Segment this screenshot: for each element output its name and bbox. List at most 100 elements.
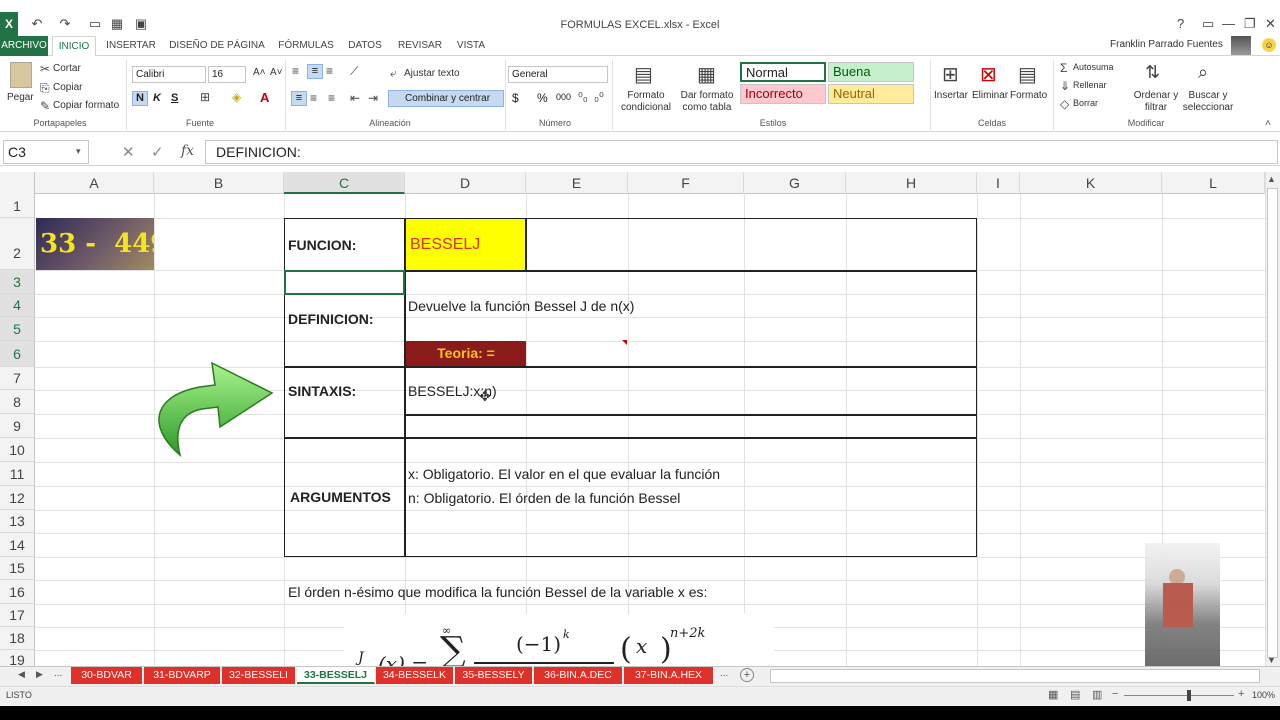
scroll-thumb[interactable] — [1267, 188, 1278, 658]
copy-button[interactable]: Copiar — [53, 82, 82, 93]
row-header[interactable]: 2 — [0, 218, 35, 270]
sheet-tab[interactable]: 34-BESSELK — [376, 667, 454, 684]
decrease-indent-icon[interactable]: ⇤ — [350, 91, 360, 105]
smiley-feedback-icon[interactable]: ☺ — [1262, 38, 1276, 52]
orientation-icon[interactable]: ⟋ — [350, 64, 358, 79]
row-header[interactable]: 16 — [0, 580, 35, 604]
tab-diseno-pagina[interactable]: DISEÑO DE PÁGINA — [168, 36, 266, 56]
tab-archivo[interactable]: ARCHIVO — [0, 36, 48, 56]
row-header[interactable]: 10 — [0, 438, 35, 462]
zoom-out-icon[interactable]: − — [1112, 688, 1118, 700]
find-select-button[interactable]: Buscar y seleccionar — [1180, 90, 1236, 114]
align-left-icon[interactable]: ≡ — [291, 91, 307, 106]
confirm-entry-icon[interactable]: ✓ — [151, 143, 164, 161]
column-header[interactable]: D — [405, 172, 526, 194]
increase-indent-icon[interactable]: ⇥ — [368, 91, 378, 105]
italic-button[interactable]: K — [153, 92, 161, 104]
sort-filter-button[interactable]: Ordenar y filtrar — [1128, 90, 1184, 114]
sheet-tab[interactable]: 30-BDVAR — [71, 667, 143, 684]
page-break-icon[interactable]: ▥ — [1092, 688, 1102, 701]
row-header[interactable]: 8 — [0, 390, 35, 414]
decrease-decimal-icon[interactable]: ₀⁰ — [594, 90, 604, 104]
tab-inicio[interactable]: INICIO — [52, 36, 96, 56]
sheet-tab[interactable]: 37-BIN.A.HEX — [624, 667, 714, 684]
scroll-down-icon[interactable]: ▼ — [1267, 655, 1276, 665]
more-sheets-left[interactable]: ... — [54, 668, 62, 679]
fill-button[interactable]: Rellenar — [1073, 80, 1107, 90]
eraser-icon[interactable]: ◇ — [1060, 97, 1069, 111]
conditional-format-button[interactable]: Formato condicional — [615, 90, 677, 114]
avatar[interactable] — [1231, 36, 1251, 55]
sheet-tab[interactable]: 35-BESSELY — [455, 667, 533, 684]
comment-indicator[interactable] — [622, 340, 627, 345]
sheet-tab[interactable]: 32-BESSELI — [222, 667, 296, 684]
more-sheets-right[interactable]: ... — [720, 668, 728, 679]
font-color-icon[interactable]: A — [260, 90, 269, 105]
style-normal[interactable]: Normal — [740, 62, 826, 82]
row-header[interactable]: 15 — [0, 557, 35, 580]
cut-button[interactable]: Cortar — [53, 63, 81, 74]
binoculars-icon[interactable]: ⌕ — [1198, 62, 1208, 83]
minimize-button[interactable]: — — [1222, 16, 1235, 31]
tab-formulas[interactable]: FÓRMULAS — [276, 36, 336, 56]
user-name[interactable]: Franklin Parrado Fuentes — [1110, 39, 1223, 50]
column-header[interactable]: F — [628, 172, 744, 194]
thousands-button[interactable]: 000 — [556, 92, 571, 102]
page-layout-icon[interactable]: ▤ — [1070, 688, 1080, 701]
zoom-level[interactable]: 100% — [1252, 690, 1275, 700]
delete-cells-icon[interactable]: ⊠ — [980, 62, 997, 87]
row-header[interactable]: 7 — [0, 367, 35, 390]
align-bottom-icon[interactable]: ≡ — [326, 64, 333, 78]
align-top-icon[interactable]: ≡ — [292, 64, 299, 78]
formula-input[interactable]: DEFINICION: — [205, 140, 1278, 164]
sort-filter-icon[interactable]: ⇅ — [1145, 62, 1160, 83]
row-header[interactable]: 9 — [0, 414, 35, 438]
collapse-ribbon-icon[interactable]: ˄ — [1265, 118, 1271, 129]
row-header[interactable]: 19 — [0, 650, 35, 667]
column-header[interactable]: E — [526, 172, 628, 194]
wrap-text-icon[interactable]: ⤶ — [390, 66, 397, 81]
row-header[interactable]: 6 — [0, 341, 35, 367]
name-box-dropdown-icon[interactable]: ▾ — [76, 146, 81, 157]
format-as-table-icon[interactable]: ▦ — [697, 62, 716, 87]
tab-datos[interactable]: DATOS — [344, 36, 386, 56]
tab-revisar[interactable]: REVISAR — [396, 36, 444, 56]
row-header[interactable]: 17 — [0, 604, 35, 627]
normal-view-icon[interactable]: ▦ — [1048, 688, 1058, 701]
copy-icon[interactable]: ⎘ — [40, 81, 50, 96]
row-header[interactable]: 4 — [0, 294, 35, 317]
sheet-tab-active[interactable]: 33-BESSELJ — [297, 667, 375, 684]
horizontal-scrollbar[interactable] — [770, 669, 1260, 683]
cancel-entry-icon[interactable]: ✕ — [122, 143, 135, 161]
sheet-tab[interactable]: 36-BIN.A.DEC — [534, 667, 623, 684]
next-sheet-icon[interactable]: ▶ — [36, 669, 43, 680]
prev-sheet-icon[interactable]: ◀ — [18, 669, 25, 680]
column-header[interactable]: G — [744, 172, 846, 194]
autosum-icon[interactable]: Σ — [1060, 61, 1067, 75]
style-buena[interactable]: Buena — [828, 62, 914, 82]
bold-button[interactable]: N — [132, 91, 148, 106]
font-name-select[interactable]: Calibri — [132, 66, 206, 83]
column-header[interactable]: K — [1020, 172, 1162, 194]
format-cells-icon[interactable]: ▤ — [1018, 62, 1037, 87]
row-header[interactable]: 1 — [0, 194, 35, 218]
tab-insertar[interactable]: INSERTAR — [104, 36, 158, 56]
increase-decimal-icon[interactable]: ⁰₀ — [578, 90, 588, 104]
autosum-button[interactable]: Autosuma — [1073, 62, 1114, 72]
teoria-button[interactable]: Teoria: = — [406, 341, 526, 366]
style-incorrecto[interactable]: Incorrecto — [740, 84, 826, 104]
row-header[interactable]: 12 — [0, 486, 35, 510]
zoom-in-icon[interactable]: + — [1238, 688, 1244, 700]
insert-cells-button[interactable]: Insertar — [934, 90, 968, 101]
align-right-icon[interactable]: ≡ — [328, 91, 335, 105]
currency-button[interactable]: $ — [512, 91, 519, 105]
row-header[interactable]: 5 — [0, 317, 35, 341]
style-neutral[interactable]: Neutral — [828, 84, 914, 104]
zoom-slider-thumb[interactable] — [1187, 690, 1191, 701]
scroll-up-icon[interactable]: ▲ — [1267, 174, 1276, 184]
clear-button[interactable]: Borrar — [1073, 98, 1098, 108]
column-header[interactable]: I — [977, 172, 1020, 194]
font-size-select[interactable]: 16 — [208, 66, 246, 83]
scissors-icon[interactable]: ✂ — [40, 62, 50, 76]
paste-button[interactable]: Pegar — [7, 92, 34, 103]
